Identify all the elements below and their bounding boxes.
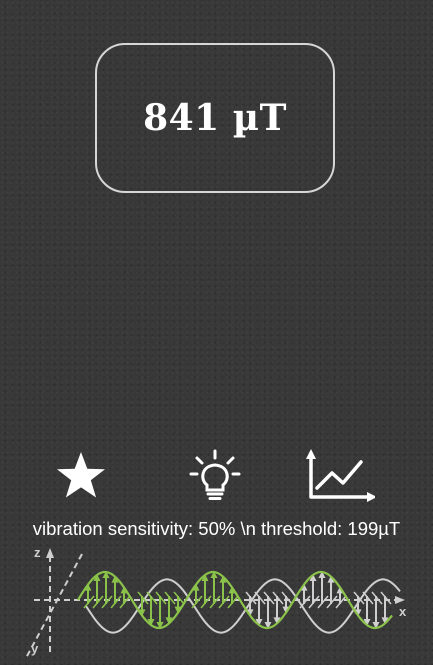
lightbulb-icon [189,449,241,500]
axis-label-z: z [34,545,41,560]
reading-display: 841 µT [95,43,335,193]
star-icon [57,452,105,498]
flashlight-button[interactable] [178,446,252,508]
axis-label-x: x [399,604,407,619]
line-chart-icon [306,449,375,502]
favorite-button[interactable] [44,446,118,508]
axis-label-y: y [31,641,39,656]
status-text: vibration sensitivity: 50% \n threshold:… [32,518,401,539]
electromagnetic-wave-illustration: z y x [25,545,407,659]
wave-axes [25,548,405,659]
graph-button[interactable] [302,446,376,508]
wave-vectors [77,570,401,634]
app-screen: 841 µT vibration sensitivity: 50% \n thr… [0,0,433,665]
reading-value: 841 µT [143,97,287,139]
x-axis-arrow [395,596,405,604]
z-axis-arrow [46,548,54,558]
